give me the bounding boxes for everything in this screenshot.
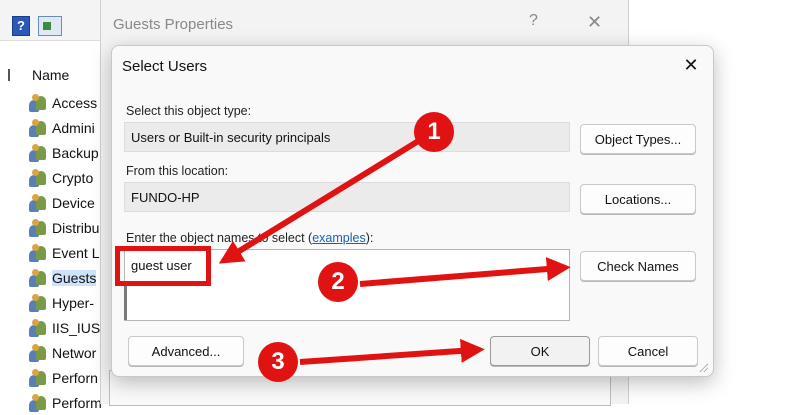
- group-row[interactable]: Guests: [28, 266, 97, 290]
- group-icon: [28, 394, 48, 412]
- view-icon[interactable]: [38, 16, 62, 36]
- group-row[interactable]: Admini: [28, 116, 95, 140]
- group-icon: [28, 169, 48, 187]
- group-icon: [28, 319, 48, 337]
- group-label: Backup: [52, 145, 99, 161]
- group-row[interactable]: IIS_IUSI: [28, 316, 104, 340]
- name-column-header[interactable]: Name: [32, 67, 69, 83]
- group-row[interactable]: Hyper-: [28, 291, 94, 315]
- examples-link[interactable]: examples: [312, 231, 366, 245]
- resize-grip-icon[interactable]: [698, 362, 708, 372]
- group-label: Distribu: [52, 220, 100, 236]
- group-icon: [28, 119, 48, 137]
- step-1-badge: 1: [414, 112, 454, 152]
- group-row[interactable]: Perforn: [28, 366, 98, 390]
- group-label: Admini: [52, 120, 95, 136]
- group-row[interactable]: Access: [28, 91, 97, 115]
- group-label: IIS_IUSI: [52, 320, 105, 336]
- group-row[interactable]: Perform: [28, 391, 102, 415]
- group-label: Crypto: [52, 170, 94, 186]
- ok-button[interactable]: OK: [490, 336, 590, 366]
- group-row[interactable]: Backup: [28, 141, 99, 165]
- group-row[interactable]: Device: [28, 191, 95, 215]
- object-type-label: Select this object type:: [126, 104, 252, 118]
- group-icon: [28, 194, 48, 212]
- group-label: Access: [52, 95, 98, 111]
- cancel-button[interactable]: Cancel: [598, 336, 698, 366]
- enter-names-prefix: Enter the object names to select (: [126, 231, 313, 245]
- group-icon: [28, 94, 48, 112]
- advanced-button[interactable]: Advanced...: [128, 336, 244, 366]
- help-icon[interactable]: ?: [12, 16, 30, 36]
- group-row[interactable]: Event L: [28, 241, 99, 265]
- groups-list: Name Access Admini Backup Crypto Device Distr…: [0, 40, 110, 412]
- step-3-badge: 3: [258, 342, 298, 382]
- window-title: Guests Properties: [113, 16, 234, 33]
- group-icon: [28, 269, 48, 287]
- group-icon: [28, 244, 48, 262]
- close-button[interactable]: ✕: [587, 12, 602, 33]
- object-type-field: Users or Built-in security principals: [124, 122, 570, 152]
- step-2-badge: 2: [318, 262, 358, 302]
- group-label: Perforn: [52, 370, 98, 386]
- group-label: Networ: [52, 345, 97, 361]
- mmc-toolbar: ?: [0, 0, 110, 40]
- group-icon: [28, 294, 48, 312]
- group-label: Device: [52, 195, 95, 211]
- group-icon: [28, 144, 48, 162]
- location-label: From this location:: [126, 164, 229, 178]
- group-row[interactable]: Crypto: [28, 166, 93, 190]
- close-icon[interactable]: ✕: [680, 54, 702, 76]
- check-names-button[interactable]: Check Names: [580, 251, 696, 281]
- group-row[interactable]: Distribu: [28, 216, 99, 240]
- location-field: FUNDO-HP: [124, 182, 570, 212]
- enter-names-suffix: ):: [365, 231, 374, 245]
- locations-button[interactable]: Locations...: [580, 184, 696, 214]
- object-types-button[interactable]: Object Types...: [580, 124, 696, 154]
- column-divider[interactable]: [8, 69, 10, 81]
- group-row[interactable]: Networ: [28, 341, 96, 365]
- group-icon: [28, 219, 48, 237]
- group-label: Perform: [52, 395, 102, 411]
- help-button[interactable]: ?: [529, 12, 538, 30]
- enter-names-label: Enter the object names to select (exampl…: [126, 231, 373, 245]
- group-label: Hyper-: [52, 295, 95, 311]
- group-label: Guests: [52, 270, 97, 286]
- dialog-title: Select Users: [122, 58, 208, 75]
- group-label: Event L: [52, 245, 100, 261]
- name-input-highlight-box: [115, 246, 211, 286]
- group-icon: [28, 344, 48, 362]
- names-scroll-indicator: [124, 284, 127, 320]
- select-users-dialog: Select Users ✕ Select this object type: …: [111, 45, 714, 377]
- group-icon: [28, 369, 48, 387]
